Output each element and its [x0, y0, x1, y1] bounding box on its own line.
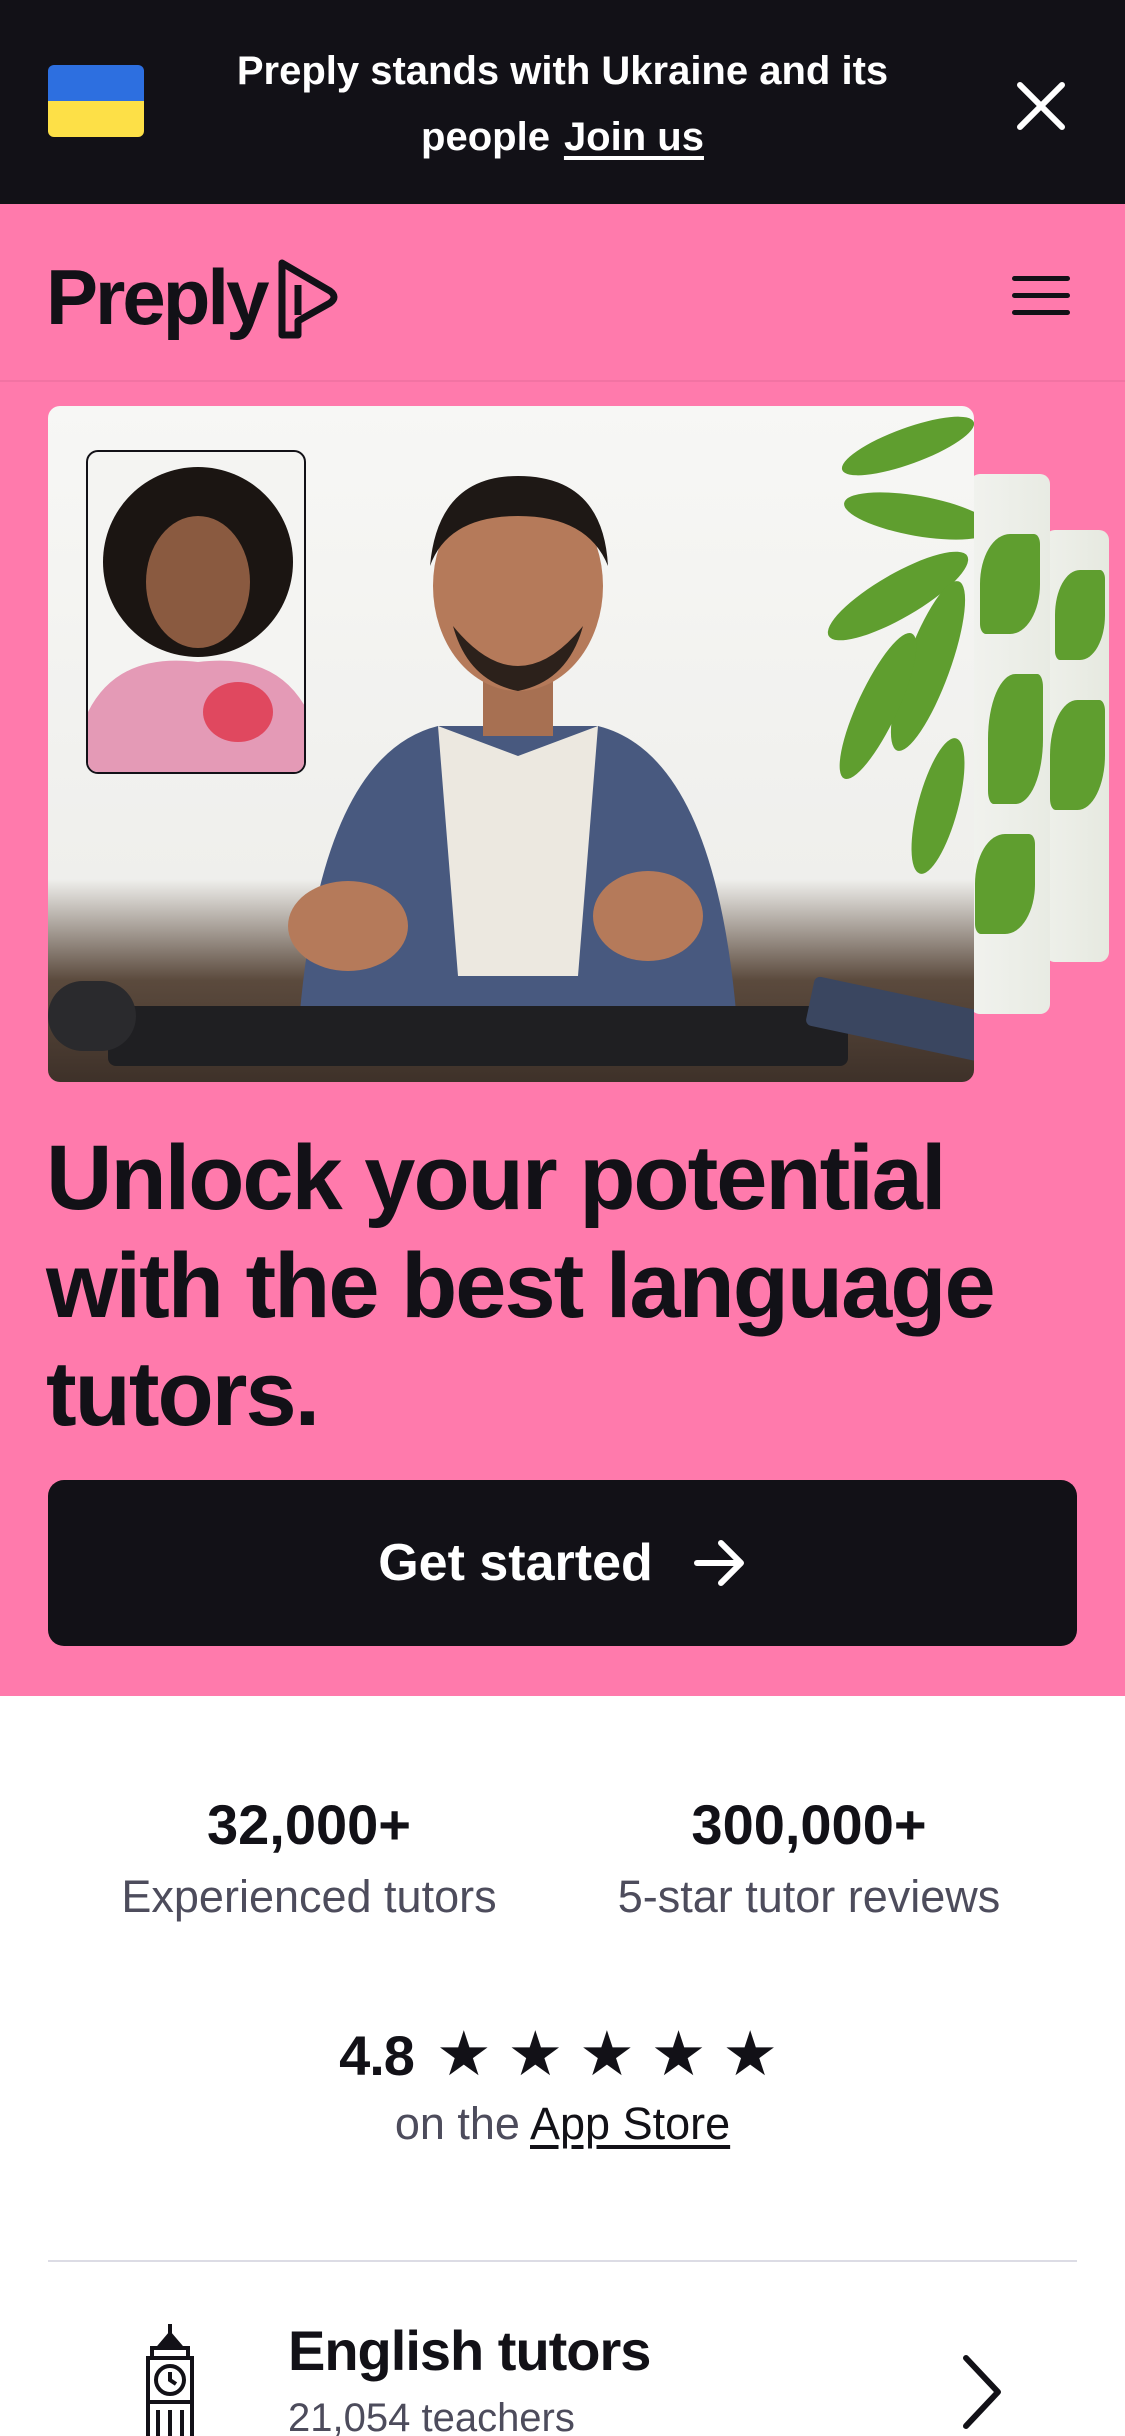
close-banner-button[interactable]	[1010, 75, 1072, 137]
star-icon: ★	[722, 2020, 778, 2089]
big-ben-icon	[146, 2324, 194, 2436]
ukraine-flag-icon	[48, 65, 144, 137]
video-lesson-image	[48, 406, 974, 1082]
hero-section: Preply Unlock your potential with the be…	[0, 204, 1125, 1696]
banner-line-1: Preply stands with Ukraine and its	[236, 49, 889, 93]
menu-button[interactable]	[1012, 276, 1070, 320]
hero-headline: Unlock your potential with the best lang…	[46, 1127, 996, 1445]
stat-tutors: 32,000+ Experienced tutors	[59, 1790, 559, 1932]
app-store-link[interactable]: App Store	[530, 2098, 730, 2149]
star-icon: ★	[507, 2020, 564, 2089]
banner-line-2: people	[421, 115, 550, 159]
stat-label: 5-star tutor reviews	[617, 1871, 1001, 1922]
preply-logo[interactable]: Preply	[46, 252, 344, 342]
get-started-label: Get started	[378, 1534, 653, 1592]
mouse	[48, 981, 136, 1051]
app-store-rating: 4.8 ★ ★ ★ ★ ★ on the App Store	[0, 2020, 1125, 2150]
get-started-button[interactable]: Get started	[48, 1480, 1077, 1646]
category-english-tutors[interactable]: English tutors 21,054 teachers	[0, 2262, 1125, 2436]
category-title: English tutors	[288, 2319, 651, 2382]
chevron-right-icon	[963, 2355, 1001, 2429]
site-header: Preply	[0, 204, 1125, 382]
keyboard	[108, 1006, 848, 1066]
ukraine-banner: Preply stands with Ukraine and its peopl…	[0, 0, 1125, 204]
rating-prefix: on the	[394, 2098, 520, 2149]
stat-value: 32,000+	[207, 1793, 411, 1856]
stat-reviews: 300,000+ 5-star tutor reviews	[559, 1790, 1059, 1932]
star-icon: ★	[435, 2020, 492, 2089]
plant-illustration	[827, 416, 974, 874]
hamburger-menu-icon	[1012, 276, 1070, 315]
stat-label: Experienced tutors	[121, 1871, 497, 1922]
stat-value: 300,000+	[691, 1793, 927, 1856]
star-icon: ★	[579, 2020, 635, 2089]
video-card-stack-back	[1045, 530, 1109, 962]
rating-value: 4.8	[339, 2023, 415, 2087]
star-icon: ★	[650, 2020, 707, 2089]
close-icon	[1017, 82, 1065, 130]
arrow-right-icon	[693, 1540, 744, 1586]
join-us-link[interactable]: Join us	[564, 115, 704, 159]
student-video-thumbnail	[86, 450, 306, 774]
category-count: 21,054 teachers	[288, 2396, 575, 2436]
banner-message: Preply stands with Ukraine and its peopl…	[190, 38, 935, 170]
logo-text: Preply	[46, 253, 269, 341]
tutor-figure	[288, 476, 738, 1036]
video-card-stack-middle	[970, 474, 1050, 1014]
preply-logo-mark-icon	[278, 259, 338, 339]
